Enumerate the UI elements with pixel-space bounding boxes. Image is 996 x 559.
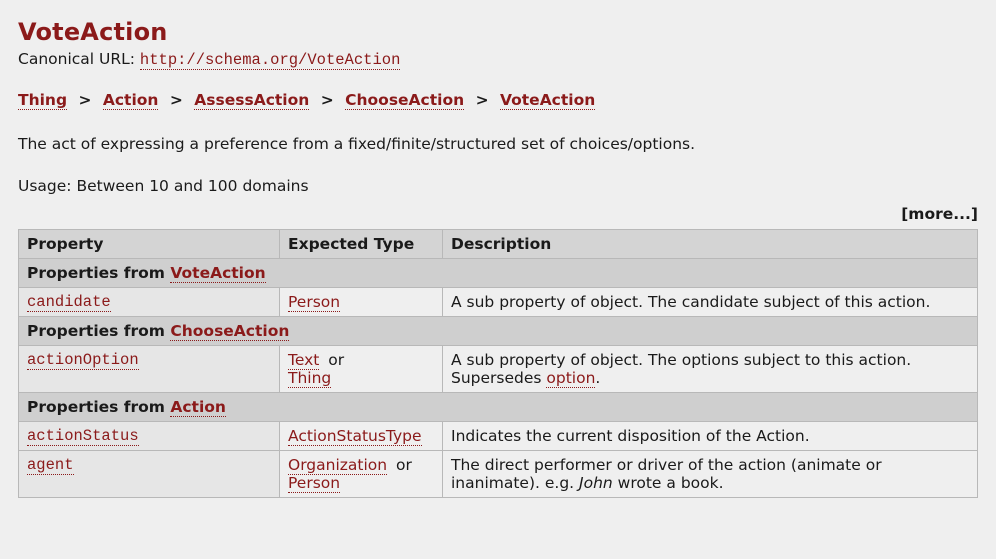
page-title: VoteAction <box>18 18 978 46</box>
breadcrumb-thing[interactable]: Thing <box>18 91 67 110</box>
table-row: agent Organization or Person The direct … <box>19 451 978 498</box>
prop-desc-actionoption: A sub property of object. The options su… <box>443 346 978 393</box>
section-link-action[interactable]: Action <box>170 398 226 417</box>
type-link-actionstatustype[interactable]: ActionStatusType <box>288 427 422 446</box>
breadcrumb-assessaction[interactable]: AssessAction <box>194 91 309 110</box>
table-header-row: Property Expected Type Description <box>19 230 978 259</box>
desc-text: . <box>595 369 600 387</box>
col-header-property: Property <box>19 230 280 259</box>
prop-link-actionoption[interactable]: actionOption <box>27 351 139 370</box>
section-voteaction: Properties from VoteAction <box>19 259 978 288</box>
section-link-voteaction[interactable]: VoteAction <box>170 264 265 283</box>
desc-text: wrote a book. <box>613 474 724 492</box>
breadcrumb: Thing > Action > AssessAction > ChooseAc… <box>18 91 978 109</box>
page-root: VoteAction Canonical URL: http://schema.… <box>0 0 996 559</box>
table-row: actionOption Text or Thing A sub propert… <box>19 346 978 393</box>
breadcrumb-sep: > <box>315 91 340 109</box>
more-toggle[interactable]: [more...] <box>901 205 978 223</box>
or-label: or <box>387 456 412 474</box>
type-link-organization[interactable]: Organization <box>288 456 387 475</box>
prop-link-candidate[interactable]: candidate <box>27 293 111 312</box>
desc-text: A sub property of object. The options su… <box>451 351 911 387</box>
table-row: actionStatus ActionStatusType Indicates … <box>19 422 978 451</box>
section-link-chooseaction[interactable]: ChooseAction <box>170 322 289 341</box>
type-link-text[interactable]: Text <box>288 351 319 370</box>
breadcrumb-chooseaction[interactable]: ChooseAction <box>345 91 464 110</box>
breadcrumb-action[interactable]: Action <box>103 91 159 110</box>
canonical-line: Canonical URL: http://schema.org/VoteAct… <box>18 50 978 69</box>
col-header-description: Description <box>443 230 978 259</box>
section-action: Properties from Action <box>19 393 978 422</box>
section-label: Properties from <box>27 398 170 416</box>
section-label: Properties from <box>27 264 170 282</box>
desc-em: John <box>579 474 613 492</box>
prop-link-agent[interactable]: agent <box>27 456 74 475</box>
breadcrumb-sep: > <box>470 91 495 109</box>
breadcrumb-sep: > <box>164 91 189 109</box>
supersedes-link-option[interactable]: option <box>546 369 595 388</box>
canonical-label: Canonical URL: <box>18 50 140 68</box>
or-label: or <box>319 351 344 369</box>
breadcrumb-voteaction[interactable]: VoteAction <box>500 91 595 110</box>
prop-desc-agent: The direct performer or driver of the ac… <box>443 451 978 498</box>
prop-link-actionstatus[interactable]: actionStatus <box>27 427 139 446</box>
prop-desc-candidate: A sub property of object. The candidate … <box>443 288 978 317</box>
usage-text: Usage: Between 10 and 100 domains <box>18 177 978 195</box>
type-link-thing[interactable]: Thing <box>288 369 331 388</box>
section-label: Properties from <box>27 322 170 340</box>
table-row: candidate Person A sub property of objec… <box>19 288 978 317</box>
more-toggle-line: [more...] <box>18 205 978 223</box>
type-link-person[interactable]: Person <box>288 293 340 312</box>
breadcrumb-sep: > <box>72 91 97 109</box>
type-link-person[interactable]: Person <box>288 474 340 493</box>
section-chooseaction: Properties from ChooseAction <box>19 317 978 346</box>
canonical-url-link[interactable]: http://schema.org/VoteAction <box>140 51 400 70</box>
properties-table: Property Expected Type Description Prope… <box>18 229 978 498</box>
description-text: The act of expressing a preference from … <box>18 133 978 155</box>
prop-desc-actionstatus: Indicates the current disposition of the… <box>443 422 978 451</box>
col-header-expected: Expected Type <box>280 230 443 259</box>
